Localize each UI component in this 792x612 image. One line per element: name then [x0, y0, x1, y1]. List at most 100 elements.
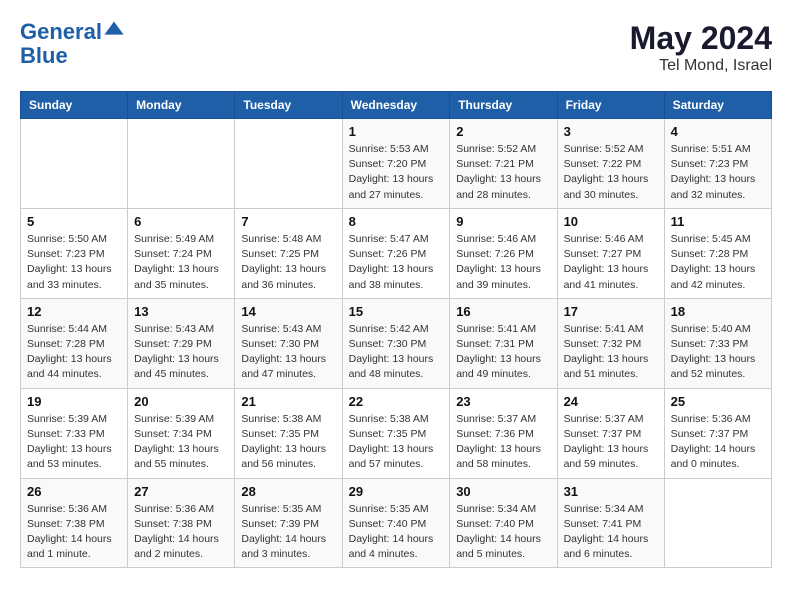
- calendar-cell: 17Sunrise: 5:41 AM Sunset: 7:32 PM Dayli…: [557, 298, 664, 388]
- calendar-cell: 4 Sunrise: 5:51 AM Sunset: 7:23 PM Daylig…: [664, 119, 771, 209]
- logo-text: General: [20, 20, 125, 44]
- calendar-week-row: 26 Sunrise: 5:36 AM Sunset: 7:38 PM Dayli…: [21, 478, 772, 568]
- day-info: Sunrise: 5:48 AM Sunset: 7:25 PM Dayligh…: [241, 232, 335, 293]
- day-info: Sunrise: 5:41 AM Sunset: 7:31 PM Dayligh…: [456, 322, 550, 383]
- calendar-cell: 30 Sunrise: 5:34 AM Sunset: 7:40 PM Dayli…: [450, 478, 557, 568]
- day-info: Sunrise: 5:37 AM Sunset: 7:36 PM Dayligh…: [456, 412, 550, 473]
- day-info: Sunrise: 5:35 AM Sunset: 7:40 PM Dayligh…: [349, 502, 444, 563]
- day-number: 1: [349, 124, 444, 139]
- day-number: 24: [564, 394, 658, 409]
- day-info: Sunrise: 5:46 AM Sunset: 7:27 PM Dayligh…: [564, 232, 658, 293]
- calendar-table: SundayMondayTuesdayWednesdayThursdayFrid…: [20, 91, 772, 568]
- day-number: 29: [349, 484, 444, 499]
- calendar-cell: 11 Sunrise: 5:45 AM Sunset: 7:28 PM Dayli…: [664, 208, 771, 298]
- day-number: 22: [349, 394, 444, 409]
- day-info: Sunrise: 5:36 AM Sunset: 7:38 PM Dayligh…: [27, 502, 121, 563]
- calendar-cell: 27 Sunrise: 5:36 AM Sunset: 7:38 PM Dayli…: [128, 478, 235, 568]
- day-info: Sunrise: 5:34 AM Sunset: 7:40 PM Dayligh…: [456, 502, 550, 563]
- calendar-cell: 19 Sunrise: 5:39 AM Sunset: 7:33 PM Dayli…: [21, 388, 128, 478]
- day-info: Sunrise: 5:52 AM Sunset: 7:21 PM Dayligh…: [456, 142, 550, 203]
- calendar-cell: 10 Sunrise: 5:46 AM Sunset: 7:27 PM Dayli…: [557, 208, 664, 298]
- day-number: 8: [349, 214, 444, 229]
- day-number: 4: [671, 124, 765, 139]
- day-number: 3: [564, 124, 658, 139]
- day-number: 2: [456, 124, 550, 139]
- day-info: Sunrise: 5:47 AM Sunset: 7:26 PM Dayligh…: [349, 232, 444, 293]
- day-info: Sunrise: 5:34 AM Sunset: 7:41 PM Dayligh…: [564, 502, 658, 563]
- day-number: 18: [671, 304, 765, 319]
- calendar-cell: 21 Sunrise: 5:38 AM Sunset: 7:35 PM Dayli…: [235, 388, 342, 478]
- calendar-cell: 24 Sunrise: 5:37 AM Sunset: 7:37 PM Dayli…: [557, 388, 664, 478]
- calendar-cell: 7 Sunrise: 5:48 AM Sunset: 7:25 PM Daylig…: [235, 208, 342, 298]
- day-info: Sunrise: 5:38 AM Sunset: 7:35 PM Dayligh…: [349, 412, 444, 473]
- day-number: 23: [456, 394, 550, 409]
- calendar-cell: 2 Sunrise: 5:52 AM Sunset: 7:21 PM Daylig…: [450, 119, 557, 209]
- calendar-cell: 29 Sunrise: 5:35 AM Sunset: 7:40 PM Dayli…: [342, 478, 450, 568]
- calendar-week-row: 1Sunrise: 5:53 AM Sunset: 7:20 PM Daylig…: [21, 119, 772, 209]
- day-number: 20: [134, 394, 228, 409]
- day-number: 21: [241, 394, 335, 409]
- calendar-cell: 23 Sunrise: 5:37 AM Sunset: 7:36 PM Dayli…: [450, 388, 557, 478]
- weekday-header: Wednesday: [342, 92, 450, 119]
- calendar-cell: [664, 478, 771, 568]
- day-info: Sunrise: 5:41 AM Sunset: 7:32 PM Dayligh…: [564, 322, 658, 383]
- calendar-cell: 3 Sunrise: 5:52 AM Sunset: 7:22 PM Daylig…: [557, 119, 664, 209]
- day-number: 31: [564, 484, 658, 499]
- day-number: 19: [27, 394, 121, 409]
- day-number: 27: [134, 484, 228, 499]
- calendar-cell: 16 Sunrise: 5:41 AM Sunset: 7:31 PM Dayli…: [450, 298, 557, 388]
- day-number: 26: [27, 484, 121, 499]
- weekday-header: Monday: [128, 92, 235, 119]
- calendar-cell: 1Sunrise: 5:53 AM Sunset: 7:20 PM Daylig…: [342, 119, 450, 209]
- calendar-cell: 28Sunrise: 5:35 AM Sunset: 7:39 PM Dayli…: [235, 478, 342, 568]
- day-info: Sunrise: 5:37 AM Sunset: 7:37 PM Dayligh…: [564, 412, 658, 473]
- day-number: 5: [27, 214, 121, 229]
- calendar-cell: 5Sunrise: 5:50 AM Sunset: 7:23 PM Daylig…: [21, 208, 128, 298]
- calendar-header-row: SundayMondayTuesdayWednesdayThursdayFrid…: [21, 92, 772, 119]
- day-number: 14: [241, 304, 335, 319]
- calendar-week-row: 5Sunrise: 5:50 AM Sunset: 7:23 PM Daylig…: [21, 208, 772, 298]
- logo: General Blue: [20, 20, 125, 68]
- calendar-cell: 9Sunrise: 5:46 AM Sunset: 7:26 PM Daylig…: [450, 208, 557, 298]
- calendar-cell: 6 Sunrise: 5:49 AM Sunset: 7:24 PM Daylig…: [128, 208, 235, 298]
- day-info: Sunrise: 5:43 AM Sunset: 7:29 PM Dayligh…: [134, 322, 228, 383]
- day-info: Sunrise: 5:39 AM Sunset: 7:33 PM Dayligh…: [27, 412, 121, 473]
- calendar-cell: 8 Sunrise: 5:47 AM Sunset: 7:26 PM Daylig…: [342, 208, 450, 298]
- title-block: May 2024 Tel Mond, Israel: [630, 20, 772, 75]
- calendar-cell: 12Sunrise: 5:44 AM Sunset: 7:28 PM Dayli…: [21, 298, 128, 388]
- day-number: 16: [456, 304, 550, 319]
- day-number: 7: [241, 214, 335, 229]
- day-number: 10: [564, 214, 658, 229]
- weekday-header: Sunday: [21, 92, 128, 119]
- calendar-cell: [21, 119, 128, 209]
- day-info: Sunrise: 5:39 AM Sunset: 7:34 PM Dayligh…: [134, 412, 228, 473]
- day-number: 12: [27, 304, 121, 319]
- day-info: Sunrise: 5:49 AM Sunset: 7:24 PM Dayligh…: [134, 232, 228, 293]
- day-number: 25: [671, 394, 765, 409]
- calendar-cell: 26 Sunrise: 5:36 AM Sunset: 7:38 PM Dayli…: [21, 478, 128, 568]
- day-info: Sunrise: 5:35 AM Sunset: 7:39 PM Dayligh…: [241, 502, 335, 563]
- calendar-cell: 22 Sunrise: 5:38 AM Sunset: 7:35 PM Dayli…: [342, 388, 450, 478]
- day-info: Sunrise: 5:46 AM Sunset: 7:26 PM Dayligh…: [456, 232, 550, 293]
- weekday-header: Saturday: [664, 92, 771, 119]
- page-header: General Blue May 2024 Tel Mond, Israel: [20, 20, 772, 75]
- calendar-cell: 15Sunrise: 5:42 AM Sunset: 7:30 PM Dayli…: [342, 298, 450, 388]
- day-info: Sunrise: 5:42 AM Sunset: 7:30 PM Dayligh…: [349, 322, 444, 383]
- calendar-week-row: 12Sunrise: 5:44 AM Sunset: 7:28 PM Dayli…: [21, 298, 772, 388]
- day-number: 11: [671, 214, 765, 229]
- day-info: Sunrise: 5:36 AM Sunset: 7:37 PM Dayligh…: [671, 412, 765, 473]
- calendar-cell: 18 Sunrise: 5:40 AM Sunset: 7:33 PM Dayli…: [664, 298, 771, 388]
- weekday-header: Thursday: [450, 92, 557, 119]
- calendar-cell: 20 Sunrise: 5:39 AM Sunset: 7:34 PM Dayli…: [128, 388, 235, 478]
- location-subtitle: Tel Mond, Israel: [630, 57, 772, 75]
- day-number: 30: [456, 484, 550, 499]
- day-number: 13: [134, 304, 228, 319]
- day-info: Sunrise: 5:40 AM Sunset: 7:33 PM Dayligh…: [671, 322, 765, 383]
- weekday-header: Tuesday: [235, 92, 342, 119]
- day-info: Sunrise: 5:52 AM Sunset: 7:22 PM Dayligh…: [564, 142, 658, 203]
- day-info: Sunrise: 5:38 AM Sunset: 7:35 PM Dayligh…: [241, 412, 335, 473]
- day-info: Sunrise: 5:45 AM Sunset: 7:28 PM Dayligh…: [671, 232, 765, 293]
- day-info: Sunrise: 5:36 AM Sunset: 7:38 PM Dayligh…: [134, 502, 228, 563]
- day-number: 6: [134, 214, 228, 229]
- day-info: Sunrise: 5:51 AM Sunset: 7:23 PM Dayligh…: [671, 142, 765, 203]
